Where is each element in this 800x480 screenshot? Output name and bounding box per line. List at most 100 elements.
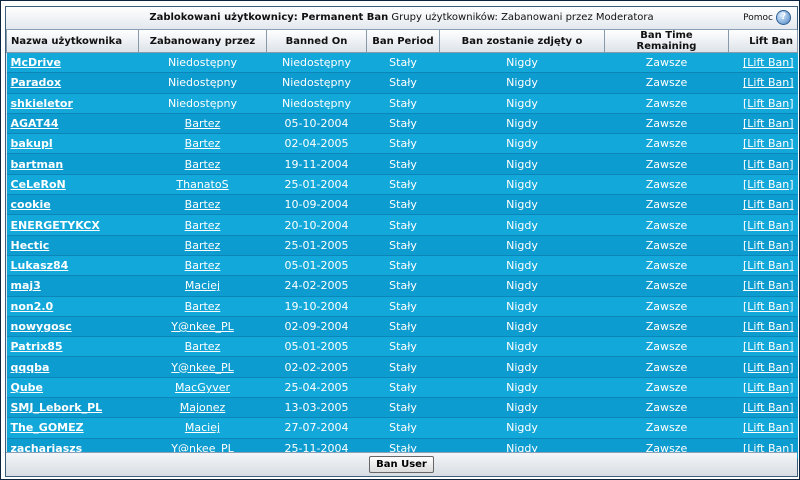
username-link[interactable]: ENERGETYKCX <box>11 219 100 232</box>
banned-by[interactable]: Bartez <box>185 300 221 313</box>
col-header-banned-by[interactable]: Zabanowany przez <box>138 30 267 53</box>
lift-ban-link[interactable]: [Lift Ban] <box>743 117 794 130</box>
lift-ban-link[interactable]: [Lift Ban] <box>743 320 794 333</box>
ban-lifted-at: Nigdy <box>439 133 605 155</box>
lift-ban-link[interactable]: [Lift Ban] <box>743 56 794 69</box>
lift-ban-link[interactable]: [Lift Ban] <box>743 381 794 394</box>
lift-ban-link[interactable]: [Lift Ban] <box>743 239 794 252</box>
username-link[interactable]: AGAT44 <box>11 117 59 130</box>
ban-lifted-at: Nigdy <box>439 174 605 196</box>
time-remaining: Zawsze <box>604 296 729 317</box>
lift-ban-link[interactable]: [Lift Ban] <box>743 137 794 150</box>
username-link[interactable]: non2.0 <box>11 300 54 313</box>
username-link[interactable]: bakupl <box>11 137 53 150</box>
lift-ban-link-cell: [Lift Ban] <box>728 275 798 297</box>
lift-ban-link[interactable]: [Lift Ban] <box>743 340 794 353</box>
lift-ban-link[interactable]: [Lift Ban] <box>743 421 794 434</box>
banned-by[interactable]: Bartez <box>185 137 221 150</box>
lift-ban-link-cell: [Lift Ban] <box>728 235 798 256</box>
username-link-cell: bartman <box>6 153 139 175</box>
username-link[interactable]: CeLeRoN <box>11 178 66 191</box>
ban-period: Stały <box>366 153 440 175</box>
ban-lifted-at: Nigdy <box>439 397 605 419</box>
banned-by[interactable]: MacGyver <box>175 381 230 394</box>
lift-ban-link-cell: [Lift Ban] <box>728 316 798 338</box>
banned-by[interactable]: Bartez <box>185 259 221 272</box>
username-link[interactable]: maj3 <box>11 279 41 292</box>
lift-ban-link[interactable]: [Lift Ban] <box>743 198 794 211</box>
username-link[interactable]: shkieletor <box>11 97 73 110</box>
time-remaining: Zawsze <box>604 397 729 419</box>
username-link-cell: cookie <box>6 194 139 216</box>
banned-by[interactable]: ThanatoS <box>176 178 228 191</box>
ban-period: Stały <box>366 275 440 297</box>
banned-by[interactable]: Y@nkee_PL <box>171 320 233 333</box>
lift-ban-link[interactable]: [Lift Ban] <box>743 361 794 374</box>
col-header-ban-lifted-at[interactable]: Ban zostanie zdjęty o <box>439 30 605 53</box>
username-link[interactable]: Lukasz84 <box>11 259 69 272</box>
help-button[interactable]: Pomoc ? <box>743 10 791 25</box>
lift-ban-link[interactable]: [Lift Ban] <box>743 97 794 110</box>
lift-ban-link[interactable]: [Lift Ban] <box>743 178 794 191</box>
banned-by[interactable]: Bartez <box>185 219 221 232</box>
username-link[interactable]: qqqba <box>11 361 50 374</box>
username-link[interactable]: McDrive <box>11 56 61 69</box>
username-link[interactable]: Patrix85 <box>11 340 63 353</box>
table-body: McDrive Niedostępny Niedostępny Stały Nigdy Z… <box>6 52 798 459</box>
ban-list-panel: Zablokowani użytkownicy: Permanent Ban G… <box>5 6 798 477</box>
banned-by[interactable]: Bartez <box>185 340 221 353</box>
lift-ban-link[interactable]: [Lift Ban] <box>743 279 794 292</box>
banned-on: Niedostępny <box>266 93 367 114</box>
username-link-cell: non2.0 <box>6 296 139 317</box>
panel-title: Zablokowani użytkownicy: Permanent Ban G… <box>6 12 797 23</box>
lift-ban-link[interactable]: [Lift Ban] <box>743 259 794 272</box>
ban-user-button[interactable]: Ban User <box>369 456 434 473</box>
banned-on: 05-10-2004 <box>266 113 367 135</box>
col-header-banned-on[interactable]: Banned On <box>266 30 367 53</box>
username-link[interactable]: Qube <box>11 381 44 394</box>
ban-lifted-at: Nigdy <box>439 417 605 439</box>
banned-on: 19-11-2004 <box>266 153 367 175</box>
lift-ban-link-cell: [Lift Ban] <box>728 133 798 155</box>
banned-on: 25-01-2004 <box>266 174 367 196</box>
lift-ban-link[interactable]: [Lift Ban] <box>743 158 794 171</box>
title-groups: Grupy użytkowników: Zabanowani przez Mod… <box>388 12 654 23</box>
banned-by[interactable]: Maciej <box>185 421 220 434</box>
username-link[interactable]: Hectic <box>11 239 50 252</box>
ban-lifted-at: Nigdy <box>439 113 605 135</box>
banned-by[interactable]: Bartez <box>185 198 221 211</box>
banned-on: 13-03-2005 <box>266 397 367 419</box>
lift-ban-link[interactable]: [Lift Ban] <box>743 219 794 232</box>
ban-period: Stały <box>366 235 440 256</box>
banned-by[interactable]: Bartez <box>185 158 221 171</box>
banned-on: 25-01-2005 <box>266 235 367 256</box>
banned-by[interactable]: Y@nkee_PL <box>171 361 233 374</box>
username-link[interactable]: SMJ_Lebork_PL <box>11 401 103 414</box>
lift-ban-link[interactable]: [Lift Ban] <box>743 401 794 414</box>
username-link[interactable]: cookie <box>11 198 51 211</box>
username-link[interactable]: nowygosc <box>11 320 72 333</box>
time-remaining: Zawsze <box>604 93 729 114</box>
banned-by: Niedostępny <box>138 52 267 74</box>
lift-ban-link[interactable]: [Lift Ban] <box>743 300 794 313</box>
banned-by[interactable]: Bartez <box>185 239 221 252</box>
lift-ban-link[interactable]: [Lift Ban] <box>743 76 794 89</box>
username-link[interactable]: Paradox <box>11 76 62 89</box>
banned-on: 24-02-2005 <box>266 275 367 297</box>
banned-by-cell: Bartez <box>138 235 267 256</box>
lift-ban-link-cell: [Lift Ban] <box>728 194 798 216</box>
banned-by[interactable]: Bartez <box>185 117 221 130</box>
username-link[interactable]: The_GOMEZ <box>11 421 84 434</box>
username-link[interactable]: bartman <box>11 158 64 171</box>
table-row: Hectic Bartez 25-01-2005 Stały Nigdy Zawsze [L… <box>6 235 798 256</box>
banned-by[interactable]: Majonez <box>180 401 226 414</box>
col-header-lift-ban[interactable]: Lift Ban <box>728 30 798 53</box>
col-header-username[interactable]: Nazwa użytkownika <box>6 30 139 53</box>
banned-on: 10-09-2004 <box>266 194 367 216</box>
col-header-ban-period[interactable]: Ban Period <box>366 30 440 53</box>
lift-ban-link-cell: [Lift Ban] <box>728 153 798 175</box>
col-header-time-remaining[interactable]: Ban Time Remaining <box>604 30 729 53</box>
banned-by[interactable]: Maciej <box>185 279 220 292</box>
lift-ban-link-cell: [Lift Ban] <box>728 377 798 399</box>
time-remaining: Zawsze <box>604 52 729 74</box>
